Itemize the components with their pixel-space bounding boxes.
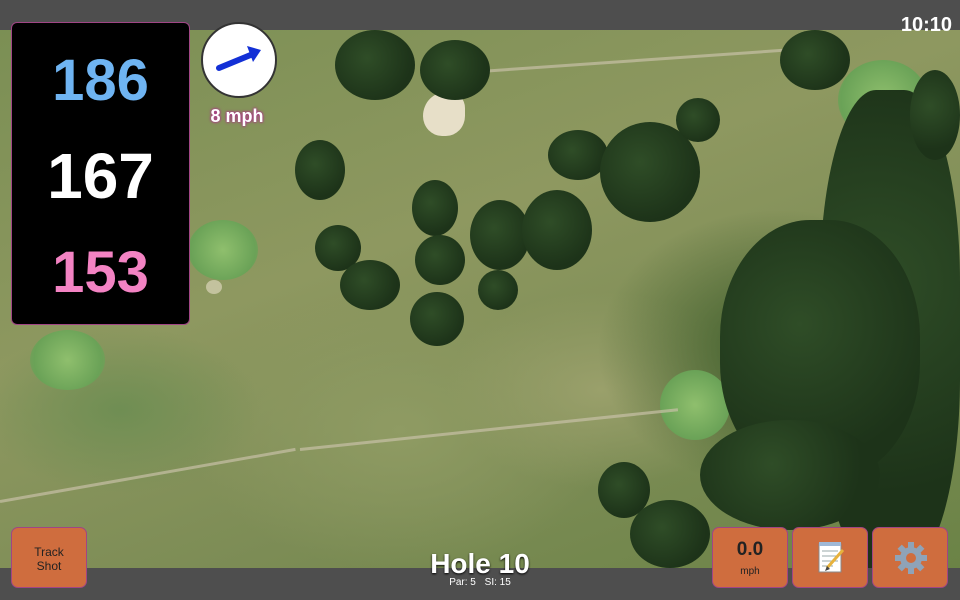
tree <box>340 260 400 310</box>
hole-par: Par: 5 <box>449 577 476 588</box>
tree <box>478 270 518 310</box>
settings-button[interactable] <box>872 527 948 588</box>
tree <box>420 40 490 100</box>
notepad-icon <box>818 542 845 573</box>
bunker <box>206 280 222 294</box>
tree <box>522 190 592 270</box>
cart-path <box>479 47 800 73</box>
tree <box>676 98 720 142</box>
wind-arrow-icon <box>216 46 261 71</box>
speed-button[interactable]: 0.0 mph <box>712 527 788 588</box>
hole-title: Hole 10 <box>430 548 530 579</box>
speed-value: 0.0 <box>736 539 764 560</box>
front-distance: 153 <box>52 240 149 305</box>
tree <box>415 235 465 285</box>
track-shot-button[interactable]: Track Shot <box>11 527 87 588</box>
tree <box>335 30 415 100</box>
cart-path <box>0 447 296 503</box>
speed-unit: mph <box>740 566 760 577</box>
green <box>30 330 105 390</box>
wind-speed: 8 mph <box>210 106 264 126</box>
center-distance: 167 <box>47 140 154 212</box>
green <box>660 370 730 440</box>
green <box>188 220 258 280</box>
wind-indicator <box>201 22 277 98</box>
clock: 10:10 <box>900 14 952 36</box>
tree <box>780 30 850 90</box>
notes-button[interactable] <box>792 527 868 588</box>
tree <box>548 130 608 180</box>
tree <box>700 420 880 530</box>
tree <box>630 500 710 568</box>
tree <box>470 200 530 270</box>
back-distance: 186 <box>52 48 149 113</box>
hole-stroke-index: SI: 15 <box>484 577 511 588</box>
gear-icon <box>895 542 927 574</box>
hole-info: Par: 5 SI: 15 <box>380 577 580 588</box>
cart-path <box>299 408 679 451</box>
tree <box>412 180 458 236</box>
tree <box>410 292 464 346</box>
distance-panel: 186 167 153 <box>11 22 190 325</box>
tree <box>910 70 960 160</box>
tree <box>295 140 345 200</box>
track-shot-label: Track Shot <box>34 545 64 573</box>
